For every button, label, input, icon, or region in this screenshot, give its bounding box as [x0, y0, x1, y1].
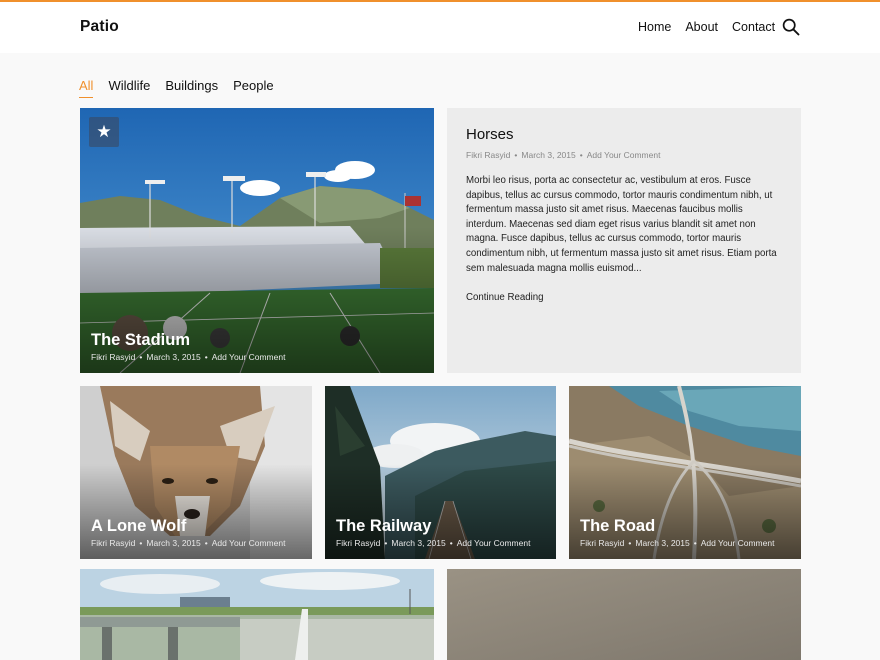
search-icon[interactable] — [782, 18, 800, 36]
filter-wildlife[interactable]: Wildlife — [108, 78, 150, 98]
post-date[interactable]: March 3, 2015 — [521, 150, 575, 160]
post-date[interactable]: March 3, 2015 — [391, 538, 445, 548]
post-title[interactable]: Horses — [466, 126, 782, 143]
post-title[interactable]: A Lone Wolf — [91, 517, 186, 536]
site-logo[interactable]: Patio — [80, 18, 119, 36]
post-meta: Fikri Rasyid • March 3, 2015 • Add Your Comm… — [91, 352, 286, 362]
filter-buildings[interactable]: Buildings — [165, 78, 218, 98]
post-card-horses: Horses Fikri Rasyid • March 3, 2015 • Add Yo… — [447, 108, 801, 373]
post-date[interactable]: March 3, 2015 — [635, 538, 689, 548]
filter-people[interactable]: People — [233, 78, 273, 98]
post-card-wolf[interactable]: A Lone Wolf Fikri Rasyid • March 3, 2015 • A… — [80, 386, 312, 559]
post-card-railway[interactable]: The Railway Fikri Rasyid • March 3, 2015 • A… — [325, 386, 556, 559]
main-nav: Home About Contact — [638, 20, 789, 34]
post-author[interactable]: Fikri Rasyid — [91, 352, 135, 362]
post-card-stadium[interactable]: ★ The Stadium Fikri Rasyid • March 3, 2015… — [80, 108, 434, 373]
post-comment-link[interactable]: Add Your Comment — [587, 150, 661, 160]
post-excerpt: Morbi leo risus, porta ac consectetur ac… — [466, 175, 777, 274]
post-author[interactable]: Fikri Rasyid — [91, 538, 135, 548]
nav-contact[interactable]: Contact — [732, 20, 775, 34]
blurred-image — [447, 569, 801, 660]
post-card-road[interactable]: The Road Fikri Rasyid • March 3, 2015 • Add … — [569, 386, 801, 559]
continue-reading-link[interactable]: Continue Reading — [466, 292, 544, 303]
star-icon[interactable]: ★ — [89, 117, 119, 147]
post-meta: Fikri Rasyid • March 3, 2015 • Add Your Comm… — [466, 150, 661, 160]
post-card-blurred[interactable] — [447, 569, 801, 660]
post-meta: Fikri Rasyid • March 3, 2015 • Add Your Comm… — [336, 538, 531, 548]
post-author[interactable]: Fikri Rasyid — [580, 538, 624, 548]
post-author[interactable]: Fikri Rasyid — [336, 538, 380, 548]
site-header: Patio Home About Contact — [0, 2, 880, 53]
post-title[interactable]: The Railway — [336, 517, 431, 536]
post-date[interactable]: March 3, 2015 — [146, 538, 200, 548]
bridge-image — [80, 569, 434, 660]
post-comment-link[interactable]: Add Your Comment — [457, 538, 531, 548]
post-comment-link[interactable]: Add Your Comment — [701, 538, 775, 548]
post-comment-link[interactable]: Add Your Comment — [212, 352, 286, 362]
post-date[interactable]: March 3, 2015 — [146, 352, 200, 362]
post-meta: Fikri Rasyid • March 3, 2015 • Add Your Comm… — [91, 538, 286, 548]
post-author[interactable]: Fikri Rasyid — [466, 150, 510, 160]
category-filter: All Wildlife Buildings People — [79, 78, 289, 98]
filter-all[interactable]: All — [79, 78, 94, 98]
post-title[interactable]: The Stadium — [91, 331, 190, 350]
post-comment-link[interactable]: Add Your Comment — [212, 538, 286, 548]
post-card-bridge[interactable] — [80, 569, 434, 660]
nav-about[interactable]: About — [685, 20, 718, 34]
post-meta: Fikri Rasyid • March 3, 2015 • Add Your Comm… — [580, 538, 775, 548]
nav-home[interactable]: Home — [638, 20, 671, 34]
post-title[interactable]: The Road — [580, 517, 655, 536]
